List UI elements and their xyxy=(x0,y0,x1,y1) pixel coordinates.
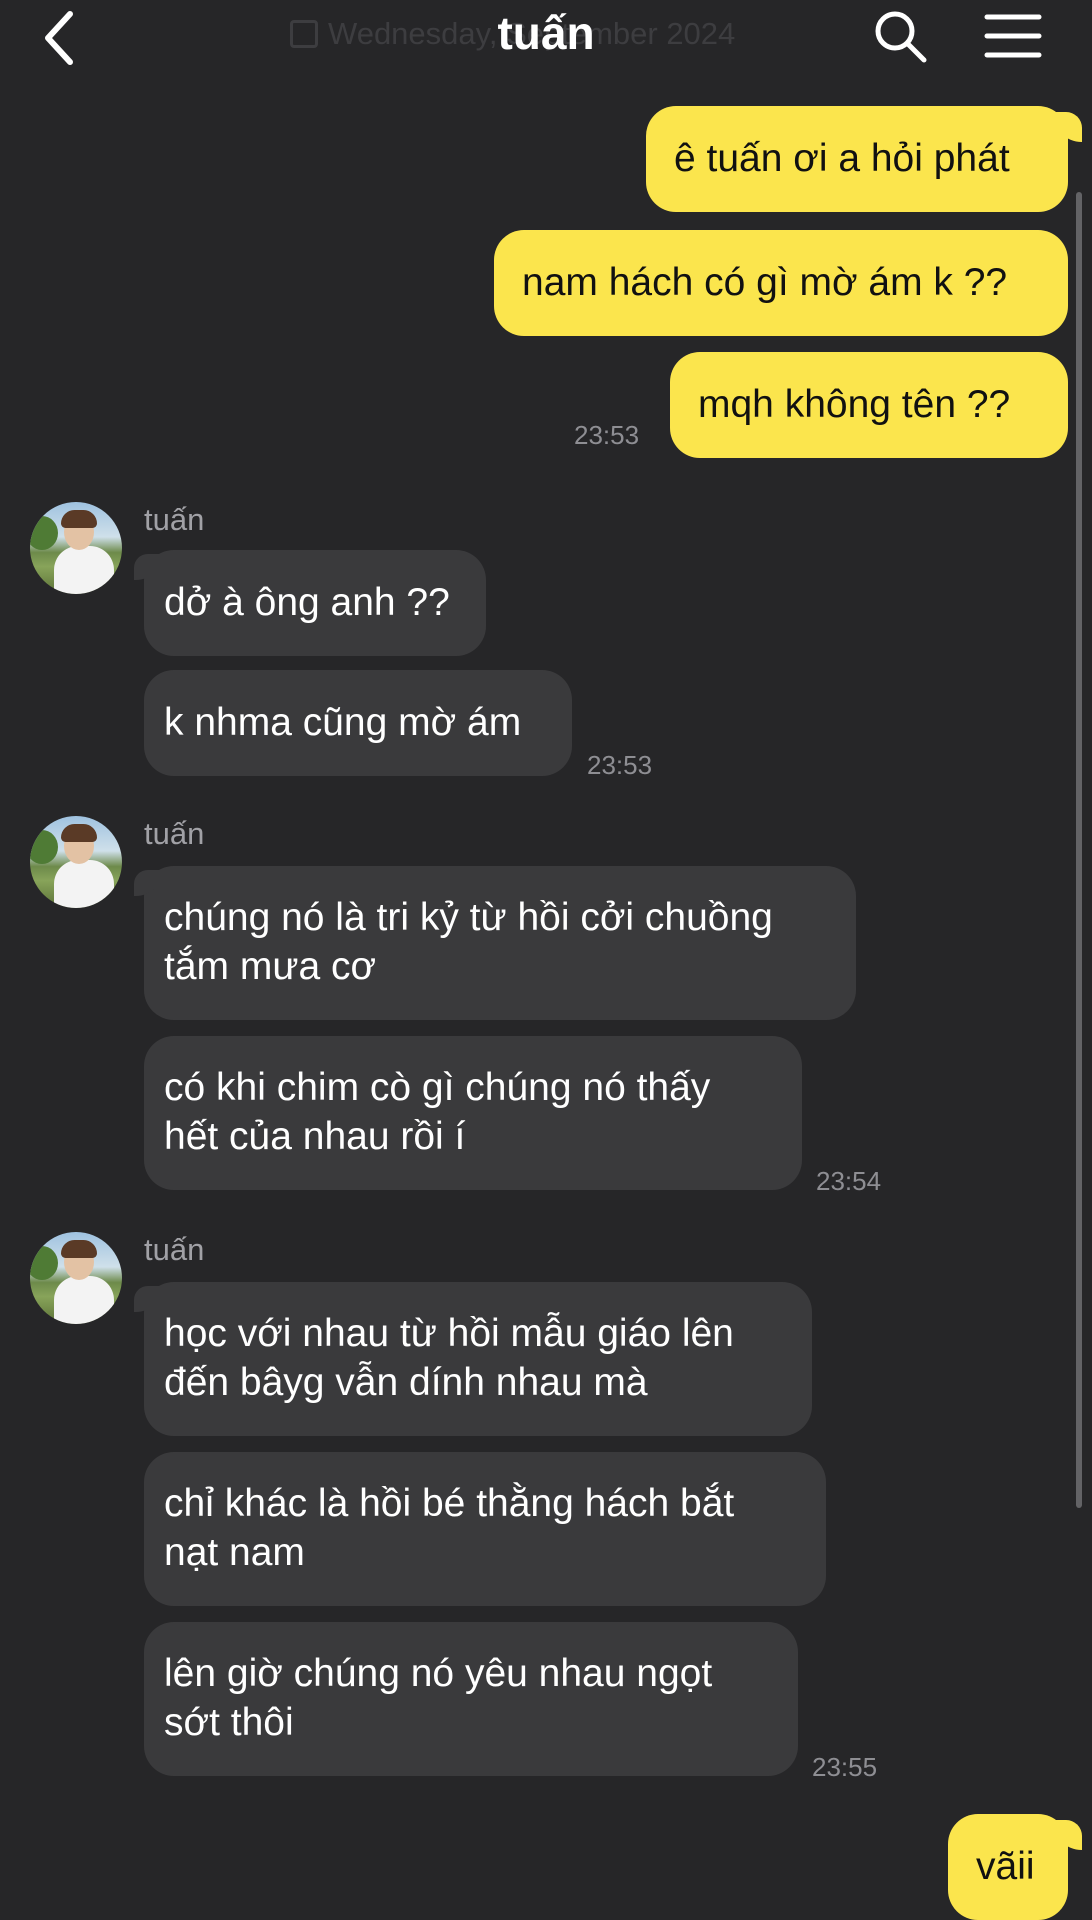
incoming-message[interactable]: có khi chim cò gì chúng nó thấy hết của … xyxy=(144,1036,802,1190)
message-text: k nhma cũng mờ ám xyxy=(164,701,522,744)
incoming-message[interactable]: học với nhau từ hồi mẫu giáo lên đến bây… xyxy=(134,1282,812,1436)
outgoing-message[interactable]: nam hách có gì mờ ám k ?? xyxy=(494,230,1068,336)
message-line: sớt thôi xyxy=(164,1701,294,1744)
outgoing-message[interactable]: ê tuấn ơi a hỏi phát xyxy=(646,106,1082,212)
bubble-tail xyxy=(1052,112,1082,142)
avatar[interactable] xyxy=(30,502,122,594)
message-text: ê tuấn ơi a hỏi phát xyxy=(674,137,1010,180)
incoming-message[interactable]: dở à ông anh ?? xyxy=(134,550,486,656)
sender-name: tuấn xyxy=(144,502,205,537)
search-icon[interactable] xyxy=(872,8,928,64)
scrollbar[interactable] xyxy=(1076,192,1082,1508)
timestamp: 23:53 xyxy=(574,420,640,450)
message-text: nam hách có gì mờ ám k ?? xyxy=(522,261,1008,304)
timestamp: 23:53 xyxy=(587,750,653,780)
incoming-message[interactable]: chúng nó là tri kỷ từ hồi cởi chuồng tắm… xyxy=(134,866,856,1020)
message-line: học với nhau từ hồi mẫu giáo lên xyxy=(164,1312,734,1355)
outgoing-message[interactable]: vãii xyxy=(948,1814,1082,1920)
bubble-tail xyxy=(1052,1820,1082,1850)
message-text: dở à ông anh ?? xyxy=(164,581,450,624)
message-text: vãii xyxy=(976,1845,1035,1888)
message-line: đến bâyg vẫn dính nhau mà xyxy=(164,1361,648,1404)
message-line: tắm mưa cơ xyxy=(164,945,377,988)
message-line: nạt nam xyxy=(164,1531,305,1574)
avatar[interactable] xyxy=(30,1232,122,1324)
chat-header: Wednesday, September 2024 tuấn xyxy=(0,0,1092,80)
outgoing-message[interactable]: mqh không tên ?? xyxy=(670,352,1068,458)
message-line: chúng nó là tri kỷ từ hồi cởi chuồng xyxy=(164,896,773,939)
sender-name: tuấn xyxy=(144,1232,205,1267)
bubble-tail xyxy=(134,554,162,580)
timestamp: 23:55 xyxy=(812,1752,878,1782)
message-line: có khi chim cò gì chúng nó thấy xyxy=(164,1066,711,1109)
bubble-tail xyxy=(134,1286,162,1312)
bubble-tail xyxy=(134,870,162,896)
message-line: lên giờ chúng nó yêu nhau ngọt xyxy=(164,1652,713,1695)
avatar[interactable] xyxy=(30,816,122,908)
chat-title: tuấn xyxy=(497,7,595,59)
incoming-message[interactable]: k nhma cũng mờ ám xyxy=(144,670,572,776)
message-line: chỉ khác là hồi bé thằng hách bắt xyxy=(164,1482,735,1525)
incoming-message[interactable]: chỉ khác là hồi bé thằng hách bắt nạt na… xyxy=(144,1452,826,1606)
incoming-message[interactable]: lên giờ chúng nó yêu nhau ngọt sớt thôi xyxy=(144,1622,798,1776)
menu-icon[interactable] xyxy=(984,12,1042,60)
message-text: mqh không tên ?? xyxy=(698,383,1011,426)
timestamp: 23:54 xyxy=(816,1166,882,1196)
message-line: hết của nhau rồi í xyxy=(164,1115,466,1158)
sender-name: tuấn xyxy=(144,816,205,851)
